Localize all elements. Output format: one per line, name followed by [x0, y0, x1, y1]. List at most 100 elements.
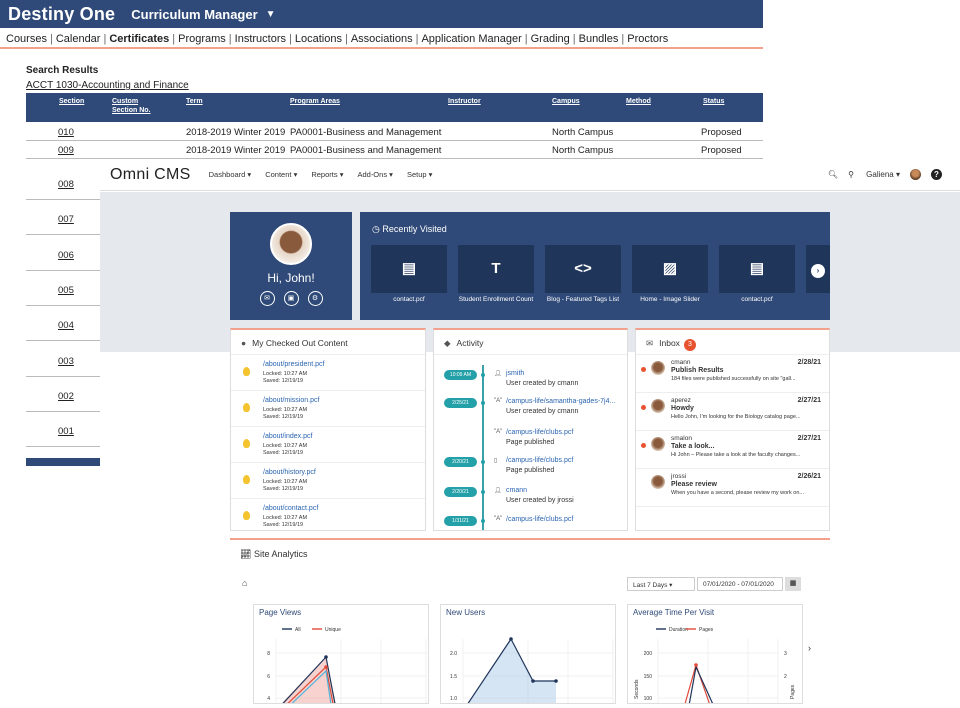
file-link[interactable]: /about/index.pcf: [263, 433, 312, 440]
file-link[interactable]: /about/president.pcf: [263, 361, 325, 368]
inbox-message[interactable]: smalon Take a look... Hi John – Please tak…: [636, 431, 829, 469]
checked-out-item[interactable]: /about/mission.pcf Locked: 10:27 AM Saved:…: [231, 391, 425, 427]
inbox-message[interactable]: aperez Howdy Hello John, I'm looking for t…: [636, 393, 829, 431]
course-link[interactable]: ACCT 1030-Accounting and Finance: [26, 80, 189, 91]
topbar-right: 🔍︎ ⚲ Galiena ▾ ?: [818, 169, 942, 180]
section-link[interactable]: 004: [58, 320, 74, 331]
gear-icon[interactable]: ⚙: [307, 291, 323, 306]
col-status[interactable]: Status: [703, 97, 724, 106]
col-custom-section[interactable]: Custom Section No.: [112, 97, 162, 115]
lightbulb-icon[interactable]: [243, 367, 250, 376]
recent-tile[interactable]: ▤: [371, 245, 447, 293]
omni-logo[interactable]: Omni CMS: [110, 166, 191, 184]
activity-date-badge: 2/20/21: [444, 457, 477, 467]
caret-down-icon[interactable]: ▼: [266, 9, 276, 20]
checked-out-item[interactable]: /about/history.pcf Locked: 10:27 AM Saved:…: [231, 463, 425, 499]
status-cell: Proposed: [701, 145, 742, 156]
checked-out-item[interactable]: /about/contact.pcf Locked: 10:27 AM Saved:…: [231, 499, 425, 530]
nav-item[interactable]: Bundles: [579, 33, 619, 45]
activity-link[interactable]: /campus-life/clubs.pcf: [506, 457, 573, 464]
col-instructor[interactable]: Instructor: [448, 97, 481, 106]
menu-reports[interactable]: Reports ▾: [311, 170, 343, 179]
chevron-right-icon[interactable]: ›: [811, 264, 825, 278]
lightbulb-icon[interactable]: [243, 439, 250, 448]
profile-card: Hi, John! ✉ ▣ ⚙: [230, 212, 352, 320]
nav-item[interactable]: Proctors: [627, 33, 668, 45]
file-link[interactable]: /about/history.pcf: [263, 469, 316, 476]
avatar: [651, 399, 665, 413]
recent-tile[interactable]: ▤: [719, 245, 795, 293]
section-link[interactable]: 010: [58, 127, 74, 138]
col-program-areas[interactable]: Program Areas: [290, 97, 340, 106]
mail-icon[interactable]: ✉: [259, 291, 275, 306]
menu-dashboard[interactable]: Dashboard ▾: [209, 170, 252, 179]
nav-item[interactable]: Associations: [351, 33, 413, 45]
lightbulb-icon[interactable]: [243, 403, 250, 412]
inbox-message[interactable]: cmann Publish Results 184 files were publi…: [636, 355, 829, 393]
duration-series-line: [688, 665, 714, 703]
date-range-input[interactable]: 07/01/2020 - 07/01/2020: [697, 577, 783, 591]
section-link[interactable]: 008: [58, 179, 74, 190]
section-link[interactable]: 003: [58, 356, 74, 367]
timeline-dot: [481, 519, 485, 523]
unread-dot: [641, 405, 646, 410]
section-link[interactable]: 002: [58, 391, 74, 402]
recent-tile-label: Home - Image Slider: [640, 296, 700, 303]
activity-link[interactable]: cmann: [506, 487, 527, 494]
recent-tile[interactable]: <>: [545, 245, 621, 293]
search-icon[interactable]: 🔍︎: [828, 170, 838, 179]
data-point: [694, 663, 698, 667]
activity-link[interactable]: /campus-life/samantha-gades-7j4...: [506, 398, 615, 405]
recent-tile[interactable]: T: [458, 245, 534, 293]
chevron-right-icon[interactable]: ›: [808, 643, 811, 653]
file-link[interactable]: /about/mission.pcf: [263, 397, 319, 404]
table-row[interactable]: 009 2018-2019 Winter 2019 PA0001-Busines…: [26, 141, 763, 159]
nav-separator: |: [344, 33, 348, 45]
activity-description: User created by jrossi: [506, 497, 574, 504]
nav-item[interactable]: Grading: [531, 33, 570, 45]
section-link[interactable]: 007: [58, 214, 74, 225]
col-campus[interactable]: Campus: [552, 97, 580, 106]
nav-separator: |: [103, 33, 107, 45]
table-row[interactable]: 010 2018-2019 Winter 2019 PA0001-Busines…: [26, 123, 763, 141]
menu-content[interactable]: Content ▾: [265, 170, 297, 179]
nav-item[interactable]: Instructors: [235, 33, 286, 45]
nav-item[interactable]: Locations: [295, 33, 342, 45]
y-tick-label: 100: [644, 696, 653, 702]
checked-out-item[interactable]: /about/index.pcf Locked: 10:27 AM Saved: 1…: [231, 427, 425, 463]
nav-item[interactable]: Programs: [178, 33, 226, 45]
recent-tile[interactable]: ▨: [632, 245, 708, 293]
lightbulb-icon[interactable]: [243, 475, 250, 484]
lightbulb-icon[interactable]: [243, 511, 250, 520]
home-icon[interactable]: ⌂: [242, 578, 247, 588]
nav-item[interactable]: Certificates: [109, 33, 169, 45]
col-section[interactable]: Section: [59, 97, 84, 106]
menu-add-ons[interactable]: Add-Ons ▾: [357, 170, 392, 179]
activity-link[interactable]: /campus-life/clubs.pcf: [506, 516, 573, 523]
help-icon[interactable]: ?: [931, 169, 942, 180]
calendar-icon[interactable]: ▦: [785, 577, 801, 591]
nav-item[interactable]: Calendar: [56, 33, 101, 45]
nav-item[interactable]: Courses: [6, 33, 47, 45]
message-date: 2/27/21: [797, 397, 821, 404]
col-method[interactable]: Method: [626, 97, 651, 106]
range-select[interactable]: Last 7 Days ▾: [627, 577, 695, 591]
nav-item[interactable]: Application Manager: [421, 33, 521, 45]
inbox-icon[interactable]: ▣: [283, 291, 299, 306]
file-link[interactable]: /about/contact.pcf: [263, 505, 318, 512]
section-link[interactable]: 001: [58, 426, 74, 437]
section-link[interactable]: 006: [58, 250, 74, 261]
lock-meta: Locked: 10:27 AM Saved: 12/19/19: [263, 515, 308, 528]
unread-dot: [641, 443, 646, 448]
site-selector[interactable]: ⚲ Galiena ▾: [848, 170, 900, 179]
activity-link[interactable]: jsmith: [506, 370, 524, 377]
checked-out-item[interactable]: /about/president.pcf Locked: 10:27 AM Save…: [231, 355, 425, 391]
row-divider: [26, 340, 100, 342]
menu-setup[interactable]: Setup ▾: [407, 170, 432, 179]
section-link[interactable]: 005: [58, 285, 74, 296]
section-link[interactable]: 009: [58, 145, 74, 156]
module-dropdown[interactable]: Curriculum Manager: [131, 7, 257, 22]
inbox-message[interactable]: jrossi Please review When you have a secon…: [636, 469, 829, 507]
avatar[interactable]: [910, 169, 921, 180]
col-term[interactable]: Term: [186, 97, 203, 106]
